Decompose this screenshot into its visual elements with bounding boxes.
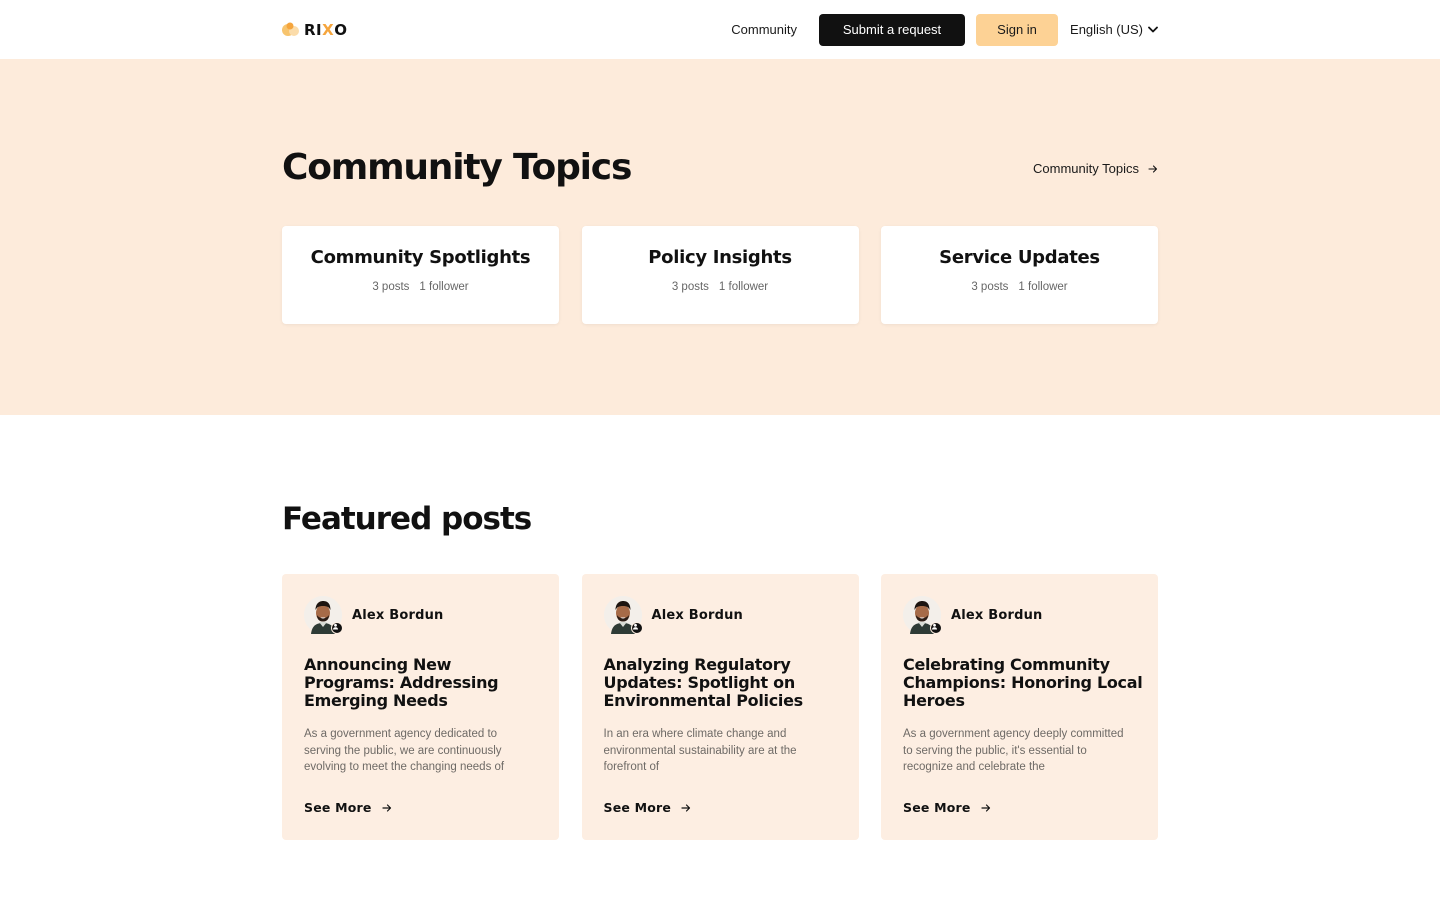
logo-text-part: X [322, 20, 335, 39]
see-more-label: See More [603, 800, 672, 815]
site-header: RI X O Community Submit a request Sign in … [0, 0, 1440, 59]
topic-post-count: 3 posts [971, 281, 1009, 293]
post-title[interactable]: Announcing New Programs: Addressing Emer… [304, 656, 544, 710]
post-card[interactable]: Alex Bordun Celebrating Community Champi… [881, 574, 1158, 840]
arrow-right-icon [1148, 164, 1158, 173]
post-card[interactable]: Alex Bordun Analyzing Regulatory Updates… [581, 574, 859, 840]
user-badge-icon [331, 622, 343, 634]
logo[interactable]: RI X O [282, 20, 347, 40]
sign-in-button[interactable]: Sign in [976, 13, 1059, 46]
see-more-label: See More [903, 800, 971, 815]
topic-card-meta: 3 posts 1 follower [971, 281, 1067, 293]
post-cards: Alex Bordun Announcing New Programs: Add… [282, 574, 1158, 840]
topic-card-title: Service Updates [939, 247, 1100, 268]
post-excerpt: As a government agency deeply committed … [903, 728, 1124, 773]
see-more-label: See More [304, 800, 372, 815]
logo-text: RI X O [304, 21, 347, 39]
see-more-link[interactable]: See More [604, 800, 692, 815]
post-title[interactable]: Analyzing Regulatory Updates: Spotlight … [604, 656, 844, 710]
arrow-right-icon [381, 803, 391, 812]
arrow-right-icon [980, 803, 990, 812]
topic-post-count: 3 posts [372, 281, 410, 293]
post-title[interactable]: Celebrating Community Champions: Honorin… [903, 656, 1143, 710]
language-label: English (US) [1070, 22, 1143, 37]
post-card[interactable]: Alex Bordun Announcing New Programs: Add… [282, 574, 559, 840]
logo-mark-icon [282, 22, 302, 38]
community-topics-section: Community Topics Community Topics Commun… [0, 59, 1440, 415]
topic-card-title: Policy Insights [648, 247, 792, 268]
topic-card[interactable]: Service Updates 3 posts 1 follower [881, 226, 1158, 324]
post-author: Alex Bordun [603, 596, 744, 634]
topic-follower-count: 1 follower [1018, 281, 1068, 293]
user-badge-icon [930, 622, 942, 634]
post-author: Alex Bordun [304, 596, 444, 634]
author-name[interactable]: Alex Bordun [652, 608, 744, 623]
community-topics-link-label: Community Topics [1033, 161, 1139, 176]
see-more-link[interactable]: See More [903, 800, 991, 815]
post-excerpt: In an era where climate change and envir… [603, 728, 797, 773]
featured-posts-section: Featured posts Alex Bordun Announcing Ne… [0, 415, 1440, 900]
author-name[interactable]: Alex Bordun [352, 608, 444, 623]
language-selector[interactable]: English (US) [1070, 22, 1158, 37]
community-topics-link[interactable]: Community Topics [1033, 161, 1158, 176]
chevron-down-icon [1148, 26, 1158, 33]
author-name[interactable]: Alex Bordun [951, 608, 1043, 623]
featured-posts-heading: Featured posts [282, 501, 532, 537]
post-excerpt: As a government agency dedicated to serv… [304, 728, 505, 773]
community-topics-heading: Community Topics [282, 147, 632, 188]
topic-post-count: 3 posts [671, 281, 709, 293]
topic-card[interactable]: Policy Insights 3 posts 1 follower [581, 226, 859, 324]
post-author: Alex Bordun [903, 596, 1043, 634]
topic-follower-count: 1 follower [718, 281, 769, 293]
avatar [304, 596, 343, 634]
see-more-link[interactable]: See More [304, 800, 392, 815]
topic-card-title: Community Spotlights [310, 247, 531, 268]
arrow-right-icon [681, 803, 691, 812]
submit-request-button[interactable]: Submit a request [819, 13, 966, 46]
topic-card-meta: 3 posts 1 follower [672, 281, 768, 293]
header-nav: Community Submit a request Sign in Engli… [731, 13, 1158, 46]
avatar [603, 596, 643, 634]
topic-card-meta: 3 posts 1 follower [372, 281, 468, 293]
topic-follower-count: 1 follower [419, 281, 469, 293]
topic-cards: Community Spotlights 3 posts 1 follower … [282, 226, 1158, 324]
logo-text-part: RI [304, 20, 323, 39]
topic-card[interactable]: Community Spotlights 3 posts 1 follower [282, 226, 559, 324]
user-badge-icon [630, 622, 643, 634]
logo-text-part: O [334, 20, 348, 39]
nav-community-link[interactable]: Community [731, 22, 797, 37]
avatar [903, 596, 942, 634]
